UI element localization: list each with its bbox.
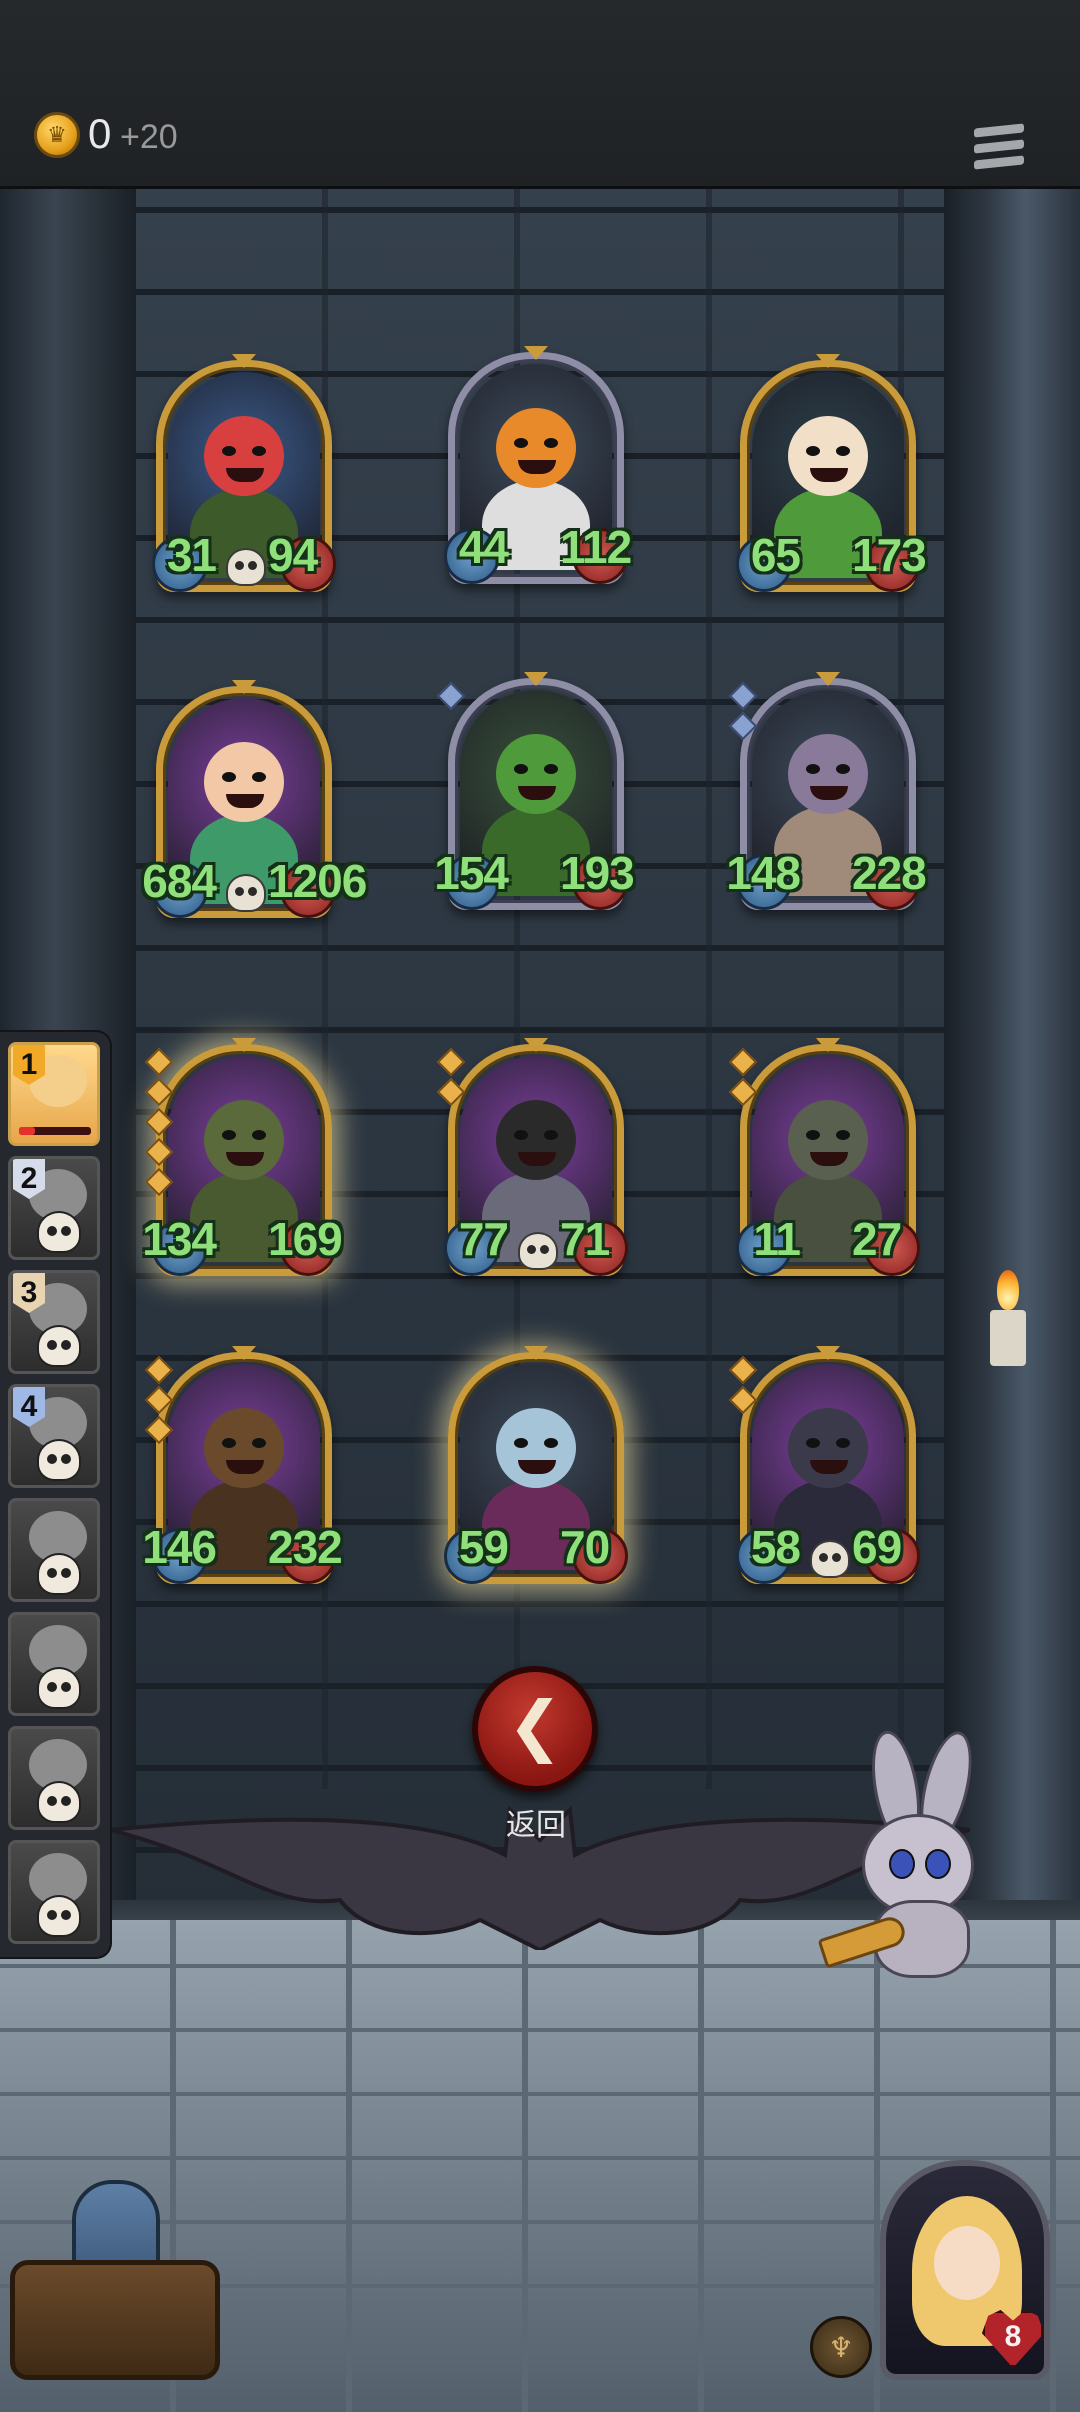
roster-slot[interactable] — [8, 1612, 100, 1716]
card-health: 193 — [560, 847, 635, 899]
heart-icon: 8 — [982, 2310, 1044, 2368]
card-attack: 77 — [458, 1213, 509, 1265]
skull-icon — [226, 548, 266, 586]
skull-icon — [37, 1553, 81, 1595]
skull-icon — [226, 874, 266, 912]
crown-coin-icon: ♛ — [34, 112, 80, 158]
card-health: 173 — [852, 529, 927, 581]
card-attack: 684 — [142, 855, 217, 907]
rank-gems — [436, 1047, 466, 1112]
card-attack: 58 — [750, 1521, 801, 1573]
rank-gems — [436, 681, 466, 716]
stone-troll-card[interactable]: 11 27 — [728, 1038, 920, 1282]
roster-slot[interactable]: 3 — [8, 1270, 100, 1374]
card-attack: 11 — [753, 1213, 801, 1265]
red-devil-card[interactable]: 31 94 — [152, 354, 336, 598]
rank-gems — [728, 1355, 758, 1420]
card-attack: 146 — [142, 1521, 217, 1573]
top-bar: ♛ 0 +20 — [0, 0, 1080, 189]
gem-icon — [728, 1355, 758, 1385]
roster-slot[interactable]: 4 — [8, 1384, 100, 1488]
gem-icon — [728, 681, 758, 711]
card-health: 70 — [560, 1521, 610, 1573]
gem-icon — [144, 1047, 174, 1077]
health-bar — [19, 1127, 91, 1135]
card-health: 71 — [560, 1213, 610, 1265]
team-roster: 1234 — [0, 1030, 112, 1959]
roster-slot[interactable]: 1 — [8, 1042, 100, 1146]
hedgehog-bandit-card[interactable]: 77 71 — [436, 1038, 628, 1282]
fairy-card[interactable]: 684 1206 — [142, 680, 367, 924]
skull-icon — [810, 1540, 850, 1578]
card-attack: 154 — [434, 847, 509, 899]
skull-icon — [37, 1325, 81, 1367]
skull-icon — [37, 1781, 81, 1823]
roster-slot[interactable] — [8, 1726, 100, 1830]
gem-icon — [436, 681, 466, 711]
coin-count: 0 — [88, 110, 112, 157]
back-button[interactable]: ❮ — [472, 1666, 598, 1792]
gem-icon — [436, 1047, 466, 1077]
shield-icon[interactable]: ♆ — [810, 2316, 872, 2378]
mushroom-card[interactable]: 148 228 — [726, 672, 927, 916]
coin-bonus: +20 — [120, 118, 178, 156]
plant-monster-card[interactable]: 154 193 — [434, 672, 635, 916]
skull-icon — [37, 1895, 81, 1937]
deck-chest-button[interactable] — [10, 2170, 220, 2380]
leaf-girl-card[interactable]: 65 173 — [736, 354, 927, 598]
card-health: 112 — [560, 521, 632, 573]
back-label: 返回 — [506, 1808, 566, 1843]
roster-slot[interactable] — [8, 1498, 100, 1602]
gem-icon — [728, 1047, 758, 1077]
shadow-pony-card[interactable]: 58 69 — [728, 1346, 920, 1590]
skull-icon — [518, 1232, 558, 1270]
rock-golem-card[interactable]: 134 169 — [142, 1038, 343, 1282]
pumpkin-card[interactable]: 44 112 — [444, 346, 632, 590]
candle-icon — [985, 1270, 1031, 1380]
card-attack: 44 — [458, 521, 509, 573]
card-health: 232 — [268, 1521, 343, 1573]
card-attack: 148 — [726, 847, 801, 899]
card-health: 1206 — [268, 855, 367, 907]
card-health: 69 — [852, 1521, 902, 1573]
rank-gems — [144, 1355, 174, 1450]
rank-gems — [144, 1047, 174, 1202]
roster-slot[interactable]: 2 — [8, 1156, 100, 1260]
card-health: 169 — [268, 1213, 343, 1265]
rank-gems — [728, 1047, 758, 1112]
right-pillar — [944, 189, 1080, 1929]
rank-gems — [728, 681, 758, 746]
skull-icon — [37, 1439, 81, 1481]
card-attack: 65 — [750, 529, 801, 581]
gem-icon — [144, 1355, 174, 1385]
card-health: 94 — [268, 529, 318, 581]
card-attack: 31 — [166, 529, 217, 581]
card-health: 27 — [852, 1213, 902, 1265]
card-attack: 59 — [458, 1521, 509, 1573]
menu-icon[interactable] — [974, 123, 1026, 174]
card-health: 228 — [852, 847, 927, 899]
hero-hearts: 8 — [1004, 2320, 1022, 2353]
skull-icon — [37, 1667, 81, 1709]
arrow-left-icon: ❮ — [507, 1687, 563, 1764]
bunny-herald[interactable] — [812, 1726, 1002, 1990]
card-attack: 134 — [142, 1213, 217, 1265]
dark-elf-card[interactable]: 59 70 — [444, 1346, 628, 1590]
roster-slot[interactable] — [8, 1840, 100, 1944]
tiki-totem-card[interactable]: 146 232 — [142, 1346, 343, 1590]
skull-icon — [37, 1211, 81, 1253]
